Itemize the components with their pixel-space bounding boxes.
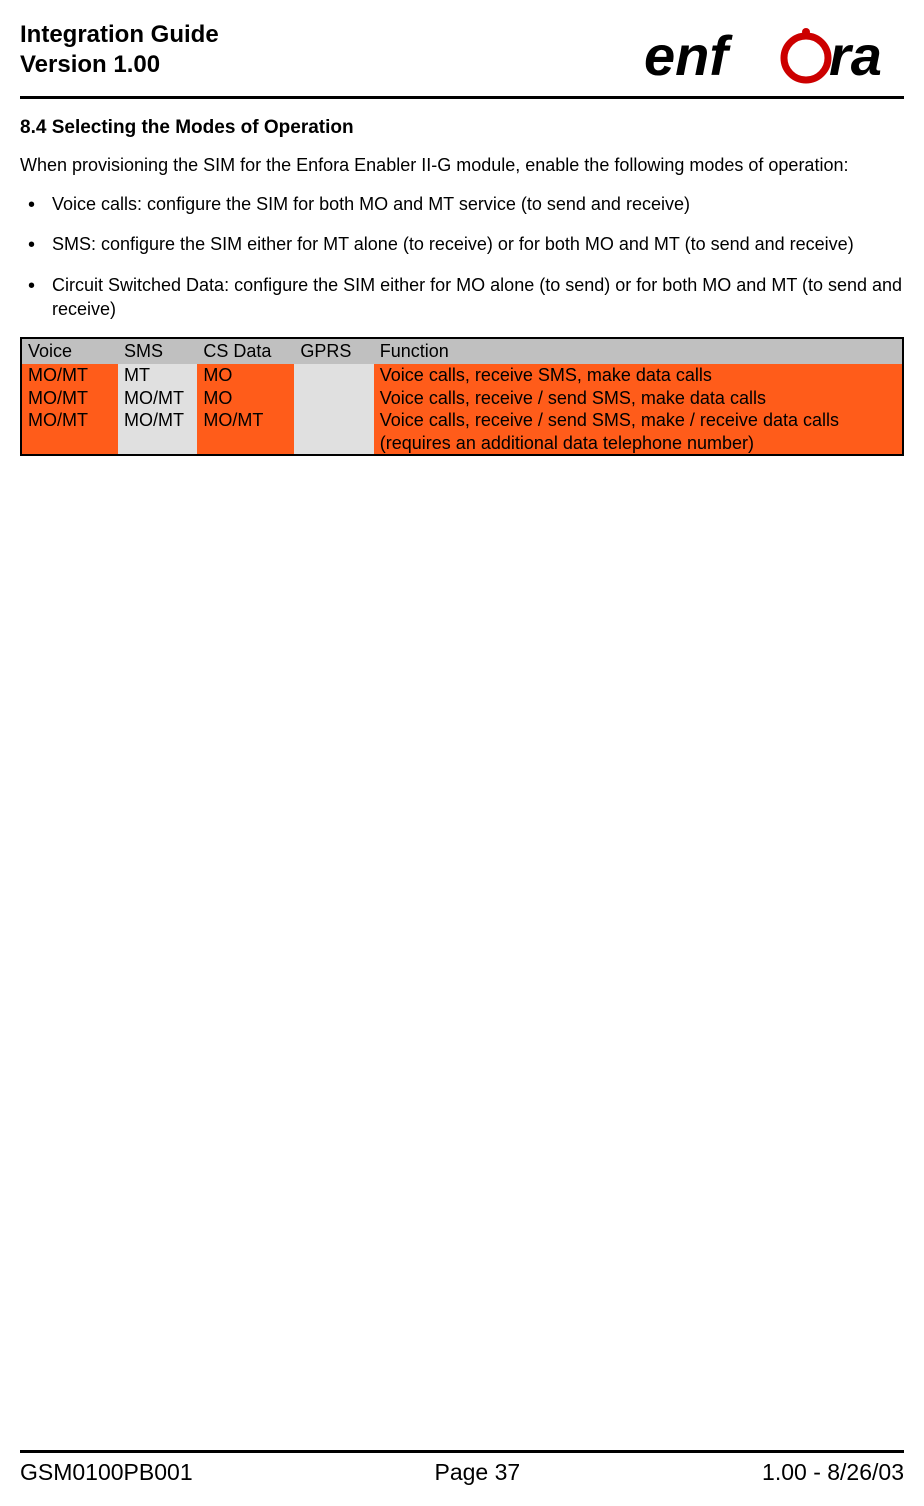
header-title-line1: Integration Guide xyxy=(20,20,219,50)
footer-right: 1.00 - 8/26/03 xyxy=(762,1459,904,1486)
section-intro: When provisioning the SIM for the Enfora… xyxy=(20,155,904,176)
bullet-item: Voice calls: configure the SIM for both … xyxy=(24,192,904,216)
cell-sms: MO/MT xyxy=(118,409,197,455)
svg-text:ra: ra xyxy=(829,24,882,87)
cell-gprs xyxy=(294,409,373,455)
page-footer: GSM0100PB001 Page 37 1.00 - 8/26/03 xyxy=(20,1450,904,1486)
cell-sms: MT xyxy=(118,364,197,387)
cell-function: Voice calls, receive / send SMS, make / … xyxy=(374,409,903,455)
cell-sms: MO/MT xyxy=(118,387,197,410)
bullet-list: Voice calls: configure the SIM for both … xyxy=(20,192,904,321)
header-title-block: Integration Guide Version 1.00 xyxy=(20,20,219,80)
cell-csdata: MO xyxy=(197,364,294,387)
table-row: MO/MT MT MO Voice calls, receive SMS, ma… xyxy=(21,364,903,387)
cell-gprs xyxy=(294,387,373,410)
svg-text:enf: enf xyxy=(644,24,733,87)
cell-csdata: MO xyxy=(197,387,294,410)
modes-table: Voice SMS CS Data GPRS Function MO/MT MT… xyxy=(20,337,904,456)
enfora-logo-icon: enf ra xyxy=(644,20,904,90)
col-csdata: CS Data xyxy=(197,338,294,364)
cell-function: Voice calls, receive SMS, make data call… xyxy=(374,364,903,387)
bullet-item: Circuit Switched Data: configure the SIM… xyxy=(24,273,904,322)
table-row: MO/MT MO/MT MO Voice calls, receive / se… xyxy=(21,387,903,410)
cell-voice: MO/MT xyxy=(21,387,118,410)
footer-center: Page 37 xyxy=(434,1459,520,1486)
header-title-line2: Version 1.00 xyxy=(20,50,219,80)
table-header-row: Voice SMS CS Data GPRS Function xyxy=(21,338,903,364)
page-header: Integration Guide Version 1.00 enf ra xyxy=(20,20,904,99)
logo: enf ra xyxy=(644,20,904,90)
table-row: MO/MT MO/MT MO/MT Voice calls, receive /… xyxy=(21,409,903,455)
cell-function: Voice calls, receive / send SMS, make da… xyxy=(374,387,903,410)
col-sms: SMS xyxy=(118,338,197,364)
col-gprs: GPRS xyxy=(294,338,373,364)
footer-left: GSM0100PB001 xyxy=(20,1459,193,1486)
bullet-item: SMS: configure the SIM either for MT alo… xyxy=(24,232,904,256)
section-title: Selecting the Modes of Operation xyxy=(52,117,354,138)
section-heading: 8.4 Selecting the Modes of Operation xyxy=(20,117,904,139)
cell-voice: MO/MT xyxy=(21,409,118,455)
col-voice: Voice xyxy=(21,338,118,364)
section-number: 8.4 xyxy=(20,117,46,138)
cell-gprs xyxy=(294,364,373,387)
cell-csdata: MO/MT xyxy=(197,409,294,455)
col-function: Function xyxy=(374,338,903,364)
cell-voice: MO/MT xyxy=(21,364,118,387)
